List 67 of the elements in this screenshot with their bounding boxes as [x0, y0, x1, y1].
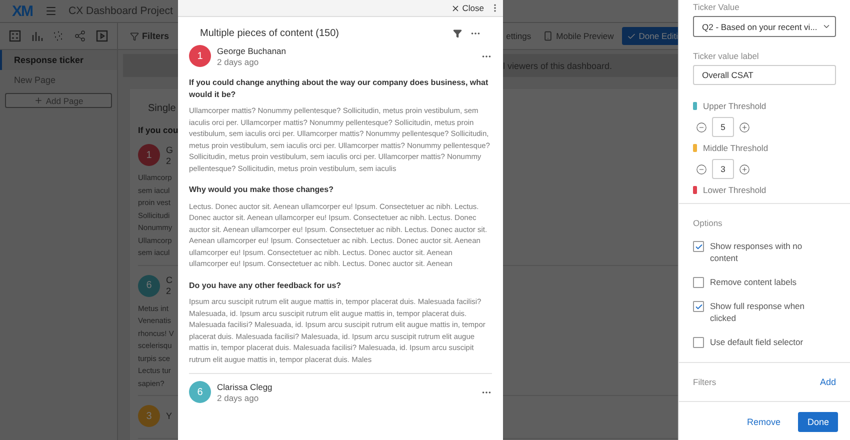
minus-icon[interactable] [696, 122, 707, 132]
play-icon[interactable] [96, 30, 108, 42]
mobile-preview-button[interactable]: Mobile Preview [543, 31, 614, 41]
respondent-name: Y [166, 411, 172, 421]
question-text: If you could change anything about the way our company does business, what would it be? [189, 77, 490, 100]
avatar: 1 [138, 144, 160, 166]
widget-title: Single [147, 103, 176, 114]
ticker-label-field[interactable]: Overall CSAT [693, 65, 836, 85]
plus-icon [34, 96, 43, 105]
plus-icon[interactable] [739, 164, 750, 174]
layout-icon[interactable] [8, 30, 21, 42]
close-button[interactable]: Close [451, 3, 484, 13]
plus-icon[interactable] [739, 122, 750, 132]
threshold-label: Upper Threshold [703, 101, 766, 111]
ticker-value-select[interactable]: Q2 - Based on your recent vi... [693, 16, 836, 37]
avatar: 1 [189, 45, 211, 67]
phone-icon [543, 31, 554, 41]
respondent-name: G [166, 144, 174, 154]
avatar: 6 [189, 381, 211, 403]
done-button[interactable]: Done [798, 412, 838, 432]
menu-icon[interactable] [44, 5, 56, 17]
filters-button[interactable]: Filters [130, 31, 170, 41]
avatar: 6 [138, 274, 160, 296]
response-time: 2 [166, 286, 172, 296]
checkbox-label: Use default field selector [710, 336, 804, 348]
checkbox-label: Remove content labels [710, 276, 798, 288]
close-icon [451, 4, 460, 12]
field-label: Ticker Value [693, 2, 740, 12]
question-text: If you cou [138, 125, 178, 135]
checkbox[interactable] [693, 337, 704, 348]
question-text: Do you have any other feedback for us? [189, 280, 342, 291]
filter-icon [130, 32, 139, 40]
sidebar-page[interactable]: Response ticker [0, 50, 117, 70]
threshold-field[interactable]: 3 [712, 159, 734, 179]
chevron-down-icon [822, 22, 831, 31]
remove-button[interactable]: Remove [746, 417, 780, 427]
threshold-field[interactable]: 5 [712, 117, 734, 137]
response-time: 2 days ago [217, 392, 260, 402]
bar-chart-icon[interactable] [30, 30, 43, 42]
modal-title: Multiple pieces of content (150) [200, 28, 339, 39]
checkbox-label: Show full response when clicked [710, 300, 806, 324]
filter-icon[interactable] [453, 29, 462, 38]
response-time: 2 [166, 156, 172, 166]
checkbox-label: Show responses with no content [710, 240, 804, 264]
avatar: 3 [138, 405, 160, 427]
check-icon [626, 32, 636, 40]
respondent-name: Clarissa Clegg [217, 382, 272, 392]
share-icon[interactable] [74, 30, 86, 42]
checkbox[interactable] [693, 277, 704, 288]
minus-icon[interactable] [696, 164, 707, 174]
field-label: Ticker value label [693, 51, 760, 61]
logo: XM [12, 2, 32, 20]
checkbox[interactable] [693, 301, 704, 312]
threshold-label: Middle Threshold [703, 143, 768, 153]
section-title: Filters [693, 377, 716, 387]
respondent-name: C [166, 275, 172, 285]
project-title: CX Dashboard Project [68, 5, 173, 17]
response-time: 2 days ago [217, 56, 260, 66]
section-title: Options [693, 218, 724, 228]
add-filter-link[interactable]: Add [820, 377, 836, 387]
question-text: Why would you make those changes? [189, 184, 334, 196]
respondent-name: George Buchanan [217, 46, 286, 56]
done-editing-button[interactable]: Done Editi [622, 27, 678, 45]
checkbox[interactable] [693, 241, 704, 252]
scatter-icon[interactable] [52, 30, 64, 42]
threshold-label: Lower Threshold [703, 185, 766, 195]
settings-button[interactable]: ettings [506, 31, 532, 41]
